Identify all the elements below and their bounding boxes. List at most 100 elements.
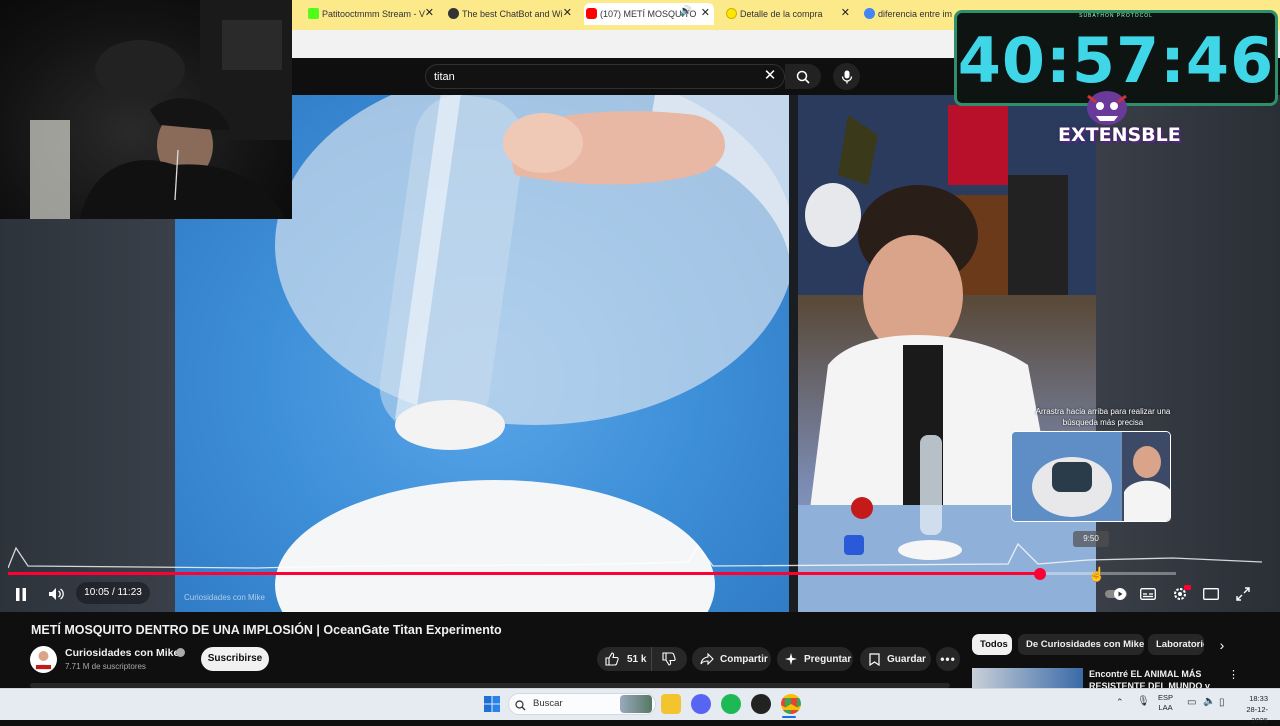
scrub-hint: Arrastra hacia arriba para realizar una … [1035, 407, 1171, 427]
voice-search-button[interactable] [833, 63, 860, 90]
pause-button[interactable] [9, 582, 33, 606]
ask-button[interactable]: Preguntar [777, 647, 853, 671]
subscriber-count: 7.71 M de suscriptores [65, 662, 146, 671]
more-horizontal-icon: ••• [940, 652, 956, 666]
close-icon[interactable]: ✕ [841, 6, 850, 19]
chevron-right-icon[interactable]: › [1212, 636, 1232, 654]
browser-tab-4[interactable]: Detalle de la compra ✕ [724, 3, 854, 25]
dislike-button[interactable] [651, 647, 687, 671]
battery-icon[interactable]: ▯ [1219, 697, 1225, 708]
scrub-preview-thumbnail [1011, 431, 1171, 522]
browser-tab-5[interactable]: diferencia entre implo [862, 3, 952, 25]
thumbs-down-icon [662, 652, 676, 666]
spotify-icon[interactable] [721, 694, 741, 714]
autoplay-toggle[interactable] [1104, 582, 1130, 606]
recommended-thumbnail[interactable] [972, 668, 1083, 688]
chevron-up-icon[interactable]: ⌃ [1116, 697, 1124, 708]
browser-tab-2[interactable]: The best ChatBot and Wi ✕ [446, 3, 576, 25]
exit-fullscreen-icon [1236, 587, 1250, 601]
channel-name[interactable]: Curiosidades con Mike [65, 647, 179, 659]
chatbot-icon [448, 8, 459, 19]
search-icon [796, 70, 810, 84]
save-label: Guardar [887, 653, 926, 665]
search-button[interactable] [785, 64, 821, 89]
video-frame-right [1096, 95, 1280, 612]
fullscreen-button[interactable] [1231, 582, 1255, 606]
kick-icon [308, 8, 319, 19]
close-icon[interactable]: ✕ [701, 6, 710, 19]
taskbar-search-label: Buscar [533, 698, 563, 709]
active-app-indicator [782, 716, 796, 718]
browser-tab-3[interactable]: (107) METÍ MOSQUITO 🔊 ✕ [584, 3, 714, 25]
browser-tab-1[interactable]: Patitooctmmm Stream - V ✕ [306, 3, 438, 25]
hd-badge [1184, 585, 1191, 590]
network-icon[interactable]: ▭ [1187, 697, 1196, 708]
google-icon [864, 8, 875, 19]
video-frame-divider [789, 95, 798, 612]
volume-icon[interactable]: 🔈 [1203, 696, 1215, 707]
clock-date: 28-12-2025 [1246, 705, 1268, 725]
tab-label: diferencia entre implo [878, 9, 952, 19]
tab-label: The best ChatBot and Wi [462, 9, 563, 19]
clear-search-icon[interactable]: ✕ [760, 66, 780, 86]
streamer-webcam [0, 0, 292, 219]
subathon-timer: 40:57:46 [957, 24, 1275, 97]
clock-time: 18:33 [1249, 694, 1268, 703]
language-code: ESP [1158, 693, 1174, 702]
close-icon[interactable]: ✕ [563, 6, 572, 19]
ask-label: Preguntar [804, 653, 852, 665]
search-input[interactable] [434, 64, 734, 89]
volume-button[interactable] [44, 582, 68, 606]
discord-icon[interactable] [691, 694, 711, 714]
bookmark-icon [869, 652, 880, 666]
clock[interactable]: 18:33 28-12-2025 [1236, 693, 1268, 726]
channel-watermark: Curiosidades con Mike [184, 593, 265, 602]
close-icon[interactable]: ✕ [425, 6, 434, 19]
tab-label: Patitooctmmm Stream - V [322, 9, 426, 19]
volume-icon [49, 588, 64, 600]
youtube-icon [586, 8, 597, 19]
time-display: 10:05 / 11:23 [76, 582, 150, 604]
language-indicator[interactable]: ESP LAA [1158, 693, 1173, 713]
more-vertical-icon[interactable]: ⋮ [1228, 668, 1239, 681]
obs-icon[interactable] [751, 694, 771, 714]
chip-all[interactable]: Todos [972, 634, 1012, 655]
chip-from-channel[interactable]: De Curiosidades con Mike [1018, 634, 1144, 655]
windows-start-icon[interactable] [484, 696, 500, 712]
chip-laboratory[interactable]: Laboratorio [1148, 634, 1204, 655]
channel-avatar[interactable] [30, 646, 57, 673]
mascot-logo [1084, 88, 1130, 126]
file-explorer-icon[interactable] [661, 694, 681, 714]
autoplay-toggle-icon [1105, 588, 1127, 600]
video-title: METÍ MOSQUITO DENTRO DE UNA IMPLOSIÓN | … [31, 623, 502, 637]
pause-icon [16, 587, 26, 601]
video-frame-scientist [798, 95, 1096, 612]
subscribe-button[interactable]: Suscribirse [201, 647, 269, 671]
settings-button[interactable] [1168, 582, 1192, 606]
share-label: Compartir [720, 653, 768, 665]
more-actions-button[interactable]: ••• [936, 647, 960, 671]
chrome-icon[interactable] [781, 694, 801, 714]
progress-scrubber-handle[interactable] [1034, 568, 1046, 580]
share-icon [700, 653, 714, 665]
search-icon [515, 698, 526, 716]
like-button[interactable]: 51 k [597, 647, 651, 671]
mercadolibre-icon [726, 8, 737, 19]
share-button[interactable]: Compartir [692, 647, 771, 671]
timer-caption: SUBATHON PROTOCOL [1079, 13, 1153, 19]
subtitles-icon [1140, 588, 1156, 600]
like-count: 51 k [627, 653, 647, 665]
speaker-icon[interactable]: 🔊 [680, 6, 692, 17]
tab-label: Detalle de la compra [740, 9, 823, 19]
subtitles-button[interactable] [1136, 582, 1160, 606]
theater-mode-icon [1203, 588, 1219, 600]
search-highlight-image [620, 695, 652, 713]
mouse-cursor-icon: ☝ [1088, 566, 1106, 582]
progress-played [8, 572, 1040, 575]
theater-mode-button[interactable] [1199, 582, 1223, 606]
verified-badge-icon [176, 648, 185, 657]
brand-logo-text: EXTENSBLE [1058, 124, 1181, 146]
save-button[interactable]: Guardar [860, 647, 931, 671]
sparkle-icon [785, 653, 797, 665]
microphone-icon[interactable]: 🎙 [1137, 696, 1150, 707]
